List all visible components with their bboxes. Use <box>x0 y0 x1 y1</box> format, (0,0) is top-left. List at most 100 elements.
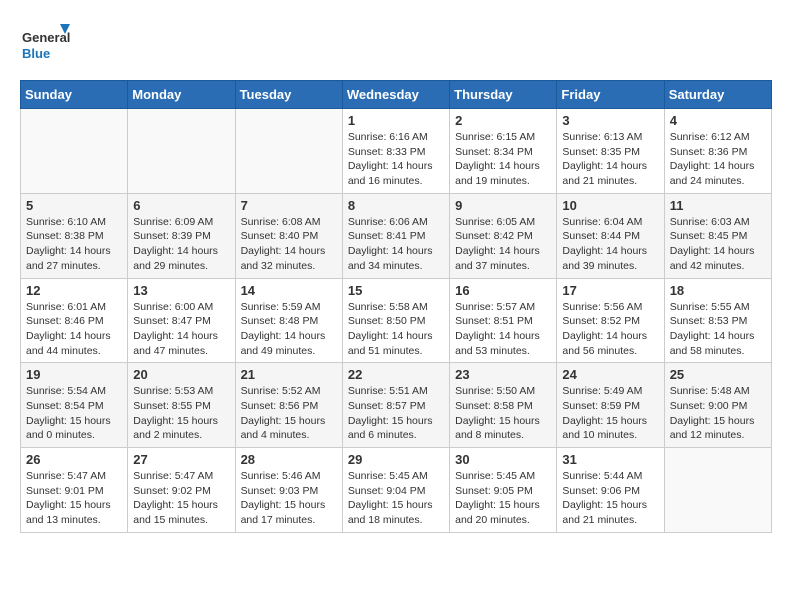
calendar-cell: 23 Sunrise: 5:50 AM Sunset: 8:58 PM Dayli… <box>450 363 557 448</box>
day-number: 30 <box>455 452 551 467</box>
day-number: 13 <box>133 283 229 298</box>
calendar-cell <box>21 109 128 194</box>
day-number: 27 <box>133 452 229 467</box>
day-number: 15 <box>348 283 444 298</box>
page-header: General Blue <box>20 20 772 70</box>
calendar-cell: 22 Sunrise: 5:51 AM Sunset: 8:57 PM Dayli… <box>342 363 449 448</box>
day-info: Sunrise: 5:59 AM Sunset: 8:48 PM Dayligh… <box>241 300 337 359</box>
weekday-header: Tuesday <box>235 81 342 109</box>
day-number: 11 <box>670 198 766 213</box>
day-info: Sunrise: 5:46 AM Sunset: 9:03 PM Dayligh… <box>241 469 337 528</box>
day-info: Sunrise: 5:52 AM Sunset: 8:56 PM Dayligh… <box>241 384 337 443</box>
calendar-cell: 6 Sunrise: 6:09 AM Sunset: 8:39 PM Daylig… <box>128 193 235 278</box>
day-info: Sunrise: 6:00 AM Sunset: 8:47 PM Dayligh… <box>133 300 229 359</box>
day-number: 25 <box>670 367 766 382</box>
calendar-cell: 16Sunrise: 5:57 AM Sunset: 8:51 PM Dayli… <box>450 278 557 363</box>
day-number: 21 <box>241 367 337 382</box>
calendar-cell: 24Sunrise: 5:49 AM Sunset: 8:59 PM Dayli… <box>557 363 664 448</box>
calendar-cell: 3 Sunrise: 6:13 AM Sunset: 8:35 PM Daylig… <box>557 109 664 194</box>
day-number: 6 <box>133 198 229 213</box>
day-number: 22 <box>348 367 444 382</box>
calendar-cell: 8 Sunrise: 6:06 AM Sunset: 8:41 PM Daylig… <box>342 193 449 278</box>
day-number: 29 <box>348 452 444 467</box>
day-number: 18 <box>670 283 766 298</box>
calendar-cell: 25 Sunrise: 5:48 AM Sunset: 9:00 PM Dayli… <box>664 363 771 448</box>
calendar-cell: 7 Sunrise: 6:08 AM Sunset: 8:40 PM Daylig… <box>235 193 342 278</box>
day-number: 14 <box>241 283 337 298</box>
calendar-week-row: 5Sunrise: 6:10 AM Sunset: 8:38 PM Daylig… <box>21 193 772 278</box>
calendar-cell: 17 Sunrise: 5:56 AM Sunset: 8:52 PM Dayli… <box>557 278 664 363</box>
day-number: 26 <box>26 452 122 467</box>
calendar-cell: 21 Sunrise: 5:52 AM Sunset: 8:56 PM Dayli… <box>235 363 342 448</box>
day-number: 8 <box>348 198 444 213</box>
day-info: Sunrise: 6:03 AM Sunset: 8:45 PM Dayligh… <box>670 215 766 274</box>
day-info: Sunrise: 5:50 AM Sunset: 8:58 PM Dayligh… <box>455 384 551 443</box>
day-info: Sunrise: 5:49 AM Sunset: 8:59 PM Dayligh… <box>562 384 658 443</box>
calendar-cell: 20 Sunrise: 5:53 AM Sunset: 8:55 PM Dayli… <box>128 363 235 448</box>
day-info: Sunrise: 6:15 AM Sunset: 8:34 PM Dayligh… <box>455 130 551 189</box>
calendar-cell: 28 Sunrise: 5:46 AM Sunset: 9:03 PM Dayli… <box>235 448 342 533</box>
day-info: Sunrise: 6:08 AM Sunset: 8:40 PM Dayligh… <box>241 215 337 274</box>
logo: General Blue <box>20 20 70 70</box>
day-info: Sunrise: 5:57 AM Sunset: 8:51 PM Dayligh… <box>455 300 551 359</box>
calendar-cell: 13 Sunrise: 6:00 AM Sunset: 8:47 PM Dayli… <box>128 278 235 363</box>
day-number: 4 <box>670 113 766 128</box>
day-info: Sunrise: 5:58 AM Sunset: 8:50 PM Dayligh… <box>348 300 444 359</box>
calendar-table: SundayMondayTuesdayWednesdayThursdayFrid… <box>20 80 772 533</box>
weekday-header: Saturday <box>664 81 771 109</box>
day-info: Sunrise: 5:51 AM Sunset: 8:57 PM Dayligh… <box>348 384 444 443</box>
day-number: 17 <box>562 283 658 298</box>
weekday-header: Wednesday <box>342 81 449 109</box>
day-number: 20 <box>133 367 229 382</box>
weekday-header: Friday <box>557 81 664 109</box>
weekday-header: Thursday <box>450 81 557 109</box>
calendar-cell: 11 Sunrise: 6:03 AM Sunset: 8:45 PM Dayli… <box>664 193 771 278</box>
day-info: Sunrise: 5:45 AM Sunset: 9:05 PM Dayligh… <box>455 469 551 528</box>
calendar-cell: 10Sunrise: 6:04 AM Sunset: 8:44 PM Dayli… <box>557 193 664 278</box>
svg-text:General: General <box>22 30 70 45</box>
day-number: 31 <box>562 452 658 467</box>
day-info: Sunrise: 5:47 AM Sunset: 9:01 PM Dayligh… <box>26 469 122 528</box>
day-info: Sunrise: 6:06 AM Sunset: 8:41 PM Dayligh… <box>348 215 444 274</box>
day-number: 23 <box>455 367 551 382</box>
day-number: 3 <box>562 113 658 128</box>
day-number: 19 <box>26 367 122 382</box>
day-info: Sunrise: 6:09 AM Sunset: 8:39 PM Dayligh… <box>133 215 229 274</box>
day-info: Sunrise: 6:01 AM Sunset: 8:46 PM Dayligh… <box>26 300 122 359</box>
calendar-cell: 31 Sunrise: 5:44 AM Sunset: 9:06 PM Dayli… <box>557 448 664 533</box>
day-number: 28 <box>241 452 337 467</box>
day-number: 9 <box>455 198 551 213</box>
day-info: Sunrise: 6:16 AM Sunset: 8:33 PM Dayligh… <box>348 130 444 189</box>
day-info: Sunrise: 5:56 AM Sunset: 8:52 PM Dayligh… <box>562 300 658 359</box>
day-info: Sunrise: 5:53 AM Sunset: 8:55 PM Dayligh… <box>133 384 229 443</box>
day-info: Sunrise: 5:55 AM Sunset: 8:53 PM Dayligh… <box>670 300 766 359</box>
svg-text:Blue: Blue <box>22 46 50 61</box>
calendar-cell: 2 Sunrise: 6:15 AM Sunset: 8:34 PM Daylig… <box>450 109 557 194</box>
day-info: Sunrise: 6:13 AM Sunset: 8:35 PM Dayligh… <box>562 130 658 189</box>
day-info: Sunrise: 5:45 AM Sunset: 9:04 PM Dayligh… <box>348 469 444 528</box>
calendar-cell: 29 Sunrise: 5:45 AM Sunset: 9:04 PM Dayli… <box>342 448 449 533</box>
day-info: Sunrise: 6:12 AM Sunset: 8:36 PM Dayligh… <box>670 130 766 189</box>
day-info: Sunrise: 5:48 AM Sunset: 9:00 PM Dayligh… <box>670 384 766 443</box>
day-info: Sunrise: 5:54 AM Sunset: 8:54 PM Dayligh… <box>26 384 122 443</box>
calendar-cell: 19 Sunrise: 5:54 AM Sunset: 8:54 PM Dayli… <box>21 363 128 448</box>
day-number: 10 <box>562 198 658 213</box>
day-info: Sunrise: 6:05 AM Sunset: 8:42 PM Dayligh… <box>455 215 551 274</box>
calendar-cell: 9 Sunrise: 6:05 AM Sunset: 8:42 PM Daylig… <box>450 193 557 278</box>
day-info: Sunrise: 6:10 AM Sunset: 8:38 PM Dayligh… <box>26 215 122 274</box>
calendar-week-row: 1Sunrise: 6:16 AM Sunset: 8:33 PM Daylig… <box>21 109 772 194</box>
calendar-cell: 4 Sunrise: 6:12 AM Sunset: 8:36 PM Daylig… <box>664 109 771 194</box>
calendar-cell: 15 Sunrise: 5:58 AM Sunset: 8:50 PM Dayli… <box>342 278 449 363</box>
calendar-week-row: 19 Sunrise: 5:54 AM Sunset: 8:54 PM Dayli… <box>21 363 772 448</box>
calendar-cell: 18 Sunrise: 5:55 AM Sunset: 8:53 PM Dayli… <box>664 278 771 363</box>
calendar-cell: 1Sunrise: 6:16 AM Sunset: 8:33 PM Daylig… <box>342 109 449 194</box>
calendar-cell: 30 Sunrise: 5:45 AM Sunset: 9:05 PM Dayli… <box>450 448 557 533</box>
calendar-header-row: SundayMondayTuesdayWednesdayThursdayFrid… <box>21 81 772 109</box>
calendar-cell: 14 Sunrise: 5:59 AM Sunset: 8:48 PM Dayli… <box>235 278 342 363</box>
calendar-week-row: 26 Sunrise: 5:47 AM Sunset: 9:01 PM Dayli… <box>21 448 772 533</box>
day-info: Sunrise: 5:44 AM Sunset: 9:06 PM Dayligh… <box>562 469 658 528</box>
day-number: 7 <box>241 198 337 213</box>
calendar-cell: 26 Sunrise: 5:47 AM Sunset: 9:01 PM Dayli… <box>21 448 128 533</box>
day-number: 2 <box>455 113 551 128</box>
weekday-header: Sunday <box>21 81 128 109</box>
